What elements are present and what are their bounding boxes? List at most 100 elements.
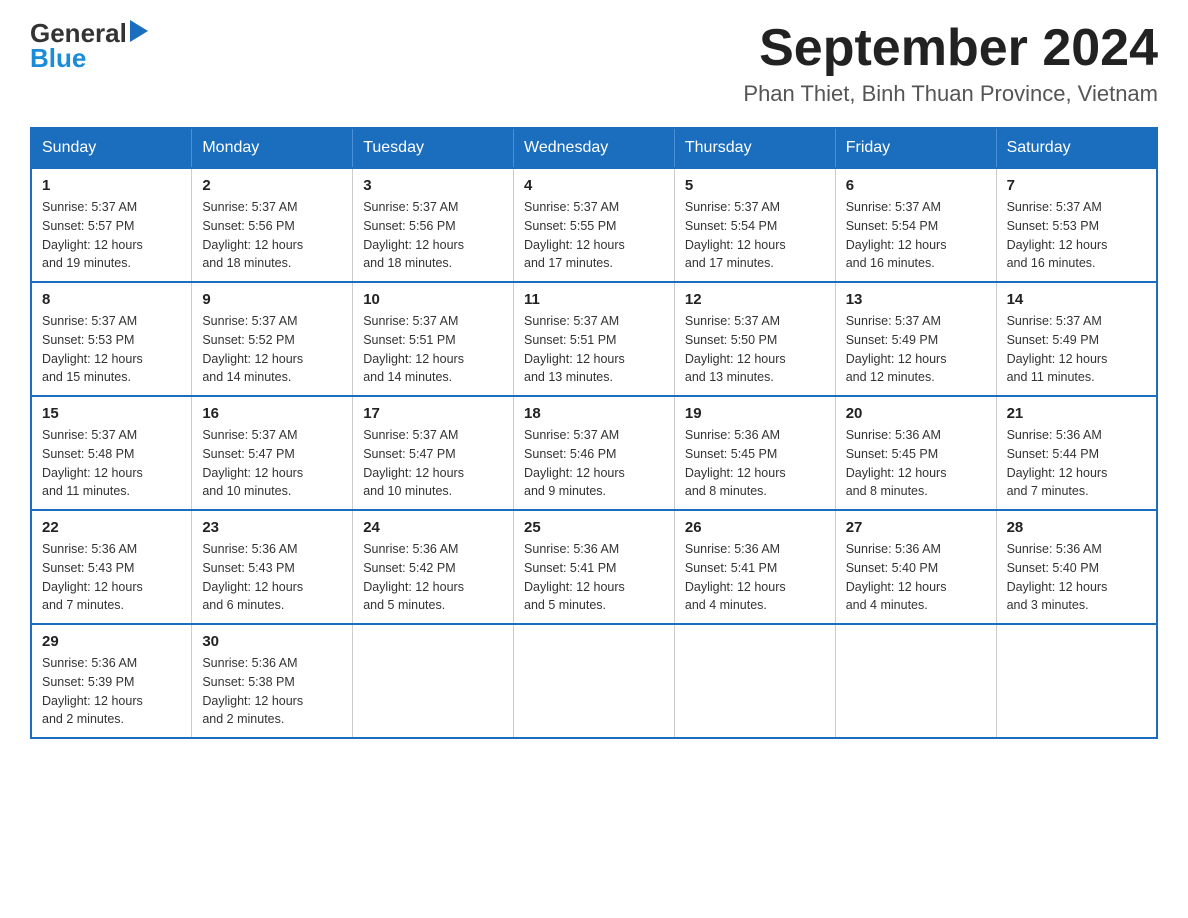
day-info: Sunrise: 5:37 AMSunset: 5:54 PMDaylight:… xyxy=(685,198,825,273)
calendar-week-row: 1Sunrise: 5:37 AMSunset: 5:57 PMDaylight… xyxy=(31,168,1157,282)
day-info: Sunrise: 5:36 AMSunset: 5:44 PMDaylight:… xyxy=(1007,426,1146,501)
calendar-cell: 24Sunrise: 5:36 AMSunset: 5:42 PMDayligh… xyxy=(353,510,514,624)
day-info: Sunrise: 5:37 AMSunset: 5:51 PMDaylight:… xyxy=(524,312,664,387)
day-info: Sunrise: 5:36 AMSunset: 5:41 PMDaylight:… xyxy=(524,540,664,615)
calendar-cell: 7Sunrise: 5:37 AMSunset: 5:53 PMDaylight… xyxy=(996,168,1157,282)
calendar-cell: 1Sunrise: 5:37 AMSunset: 5:57 PMDaylight… xyxy=(31,168,192,282)
calendar-cell: 27 Sunrise: 5:36 AMSunset: 5:40 PMDayligh… xyxy=(835,510,996,624)
calendar-cell: 4 Sunrise: 5:37 AMSunset: 5:55 PMDaylight… xyxy=(514,168,675,282)
day-number: 3 xyxy=(363,177,503,194)
day-info: Sunrise: 5:37 AMSunset: 5:52 PMDaylight:… xyxy=(202,312,342,387)
calendar-cell: 18 Sunrise: 5:37 AMSunset: 5:46 PMDayligh… xyxy=(514,396,675,510)
calendar-cell xyxy=(514,624,675,738)
day-number: 9 xyxy=(202,291,342,308)
day-number: 5 xyxy=(685,177,825,194)
day-number: 6 xyxy=(846,177,986,194)
day-number: 15 xyxy=(42,405,181,422)
day-info: Sunrise: 5:37 AMSunset: 5:51 PMDaylight:… xyxy=(363,312,503,387)
title-area: September 2024 Phan Thiet, Binh Thuan Pr… xyxy=(743,20,1158,107)
calendar-week-row: 22 Sunrise: 5:36 AMSunset: 5:43 PMDayligh… xyxy=(31,510,1157,624)
calendar-cell: 10 Sunrise: 5:37 AMSunset: 5:51 PMDayligh… xyxy=(353,282,514,396)
calendar-cell: 5 Sunrise: 5:37 AMSunset: 5:54 PMDaylight… xyxy=(674,168,835,282)
calendar-cell: 22 Sunrise: 5:36 AMSunset: 5:43 PMDayligh… xyxy=(31,510,192,624)
calendar-cell xyxy=(353,624,514,738)
header-tuesday: Tuesday xyxy=(353,128,514,168)
day-number: 12 xyxy=(685,291,825,308)
day-info: Sunrise: 5:37 AMSunset: 5:55 PMDaylight:… xyxy=(524,198,664,273)
day-number: 27 xyxy=(846,519,986,536)
day-number: 17 xyxy=(363,405,503,422)
day-number: 7 xyxy=(1007,177,1146,194)
calendar-cell: 15 Sunrise: 5:37 AMSunset: 5:48 PMDayligh… xyxy=(31,396,192,510)
day-info: Sunrise: 5:36 AMSunset: 5:45 PMDaylight:… xyxy=(846,426,986,501)
calendar-cell xyxy=(835,624,996,738)
calendar-cell: 29Sunrise: 5:36 AMSunset: 5:39 PMDayligh… xyxy=(31,624,192,738)
day-info: Sunrise: 5:37 AMSunset: 5:56 PMDaylight:… xyxy=(202,198,342,273)
calendar-week-row: 29Sunrise: 5:36 AMSunset: 5:39 PMDayligh… xyxy=(31,624,1157,738)
calendar-cell xyxy=(996,624,1157,738)
calendar-cell: 16 Sunrise: 5:37 AMSunset: 5:47 PMDayligh… xyxy=(192,396,353,510)
day-info: Sunrise: 5:37 AMSunset: 5:57 PMDaylight:… xyxy=(42,198,181,273)
day-number: 23 xyxy=(202,519,342,536)
day-number: 13 xyxy=(846,291,986,308)
calendar-cell: 14 Sunrise: 5:37 AMSunset: 5:49 PMDayligh… xyxy=(996,282,1157,396)
day-info: Sunrise: 5:36 AMSunset: 5:39 PMDaylight:… xyxy=(42,654,181,729)
day-info: Sunrise: 5:36 AMSunset: 5:40 PMDaylight:… xyxy=(846,540,986,615)
day-info: Sunrise: 5:37 AMSunset: 5:53 PMDaylight:… xyxy=(42,312,181,387)
calendar-cell: 25Sunrise: 5:36 AMSunset: 5:41 PMDayligh… xyxy=(514,510,675,624)
day-number: 19 xyxy=(685,405,825,422)
day-info: Sunrise: 5:37 AMSunset: 5:50 PMDaylight:… xyxy=(685,312,825,387)
calendar-cell: 17 Sunrise: 5:37 AMSunset: 5:47 PMDayligh… xyxy=(353,396,514,510)
calendar-cell: 3 Sunrise: 5:37 AMSunset: 5:56 PMDaylight… xyxy=(353,168,514,282)
calendar-cell: 26 Sunrise: 5:36 AMSunset: 5:41 PMDayligh… xyxy=(674,510,835,624)
logo-area: General Blue xyxy=(30,20,148,74)
calendar-cell: 8 Sunrise: 5:37 AMSunset: 5:53 PMDaylight… xyxy=(31,282,192,396)
calendar-cell: 11Sunrise: 5:37 AMSunset: 5:51 PMDayligh… xyxy=(514,282,675,396)
day-number: 30 xyxy=(202,633,342,650)
day-number: 21 xyxy=(1007,405,1146,422)
day-number: 22 xyxy=(42,519,181,536)
header-wednesday: Wednesday xyxy=(514,128,675,168)
calendar-cell: 30 Sunrise: 5:36 AMSunset: 5:38 PMDayligh… xyxy=(192,624,353,738)
day-info: Sunrise: 5:37 AMSunset: 5:48 PMDaylight:… xyxy=(42,426,181,501)
calendar-cell: 21 Sunrise: 5:36 AMSunset: 5:44 PMDayligh… xyxy=(996,396,1157,510)
day-info: Sunrise: 5:37 AMSunset: 5:47 PMDaylight:… xyxy=(363,426,503,501)
header-thursday: Thursday xyxy=(674,128,835,168)
day-info: Sunrise: 5:36 AMSunset: 5:45 PMDaylight:… xyxy=(685,426,825,501)
day-info: Sunrise: 5:37 AMSunset: 5:54 PMDaylight:… xyxy=(846,198,986,273)
day-number: 8 xyxy=(42,291,181,308)
location-title: Phan Thiet, Binh Thuan Province, Vietnam xyxy=(743,81,1158,107)
day-number: 4 xyxy=(524,177,664,194)
day-info: Sunrise: 5:37 AMSunset: 5:56 PMDaylight:… xyxy=(363,198,503,273)
calendar-cell: 28 Sunrise: 5:36 AMSunset: 5:40 PMDayligh… xyxy=(996,510,1157,624)
day-info: Sunrise: 5:37 AMSunset: 5:47 PMDaylight:… xyxy=(202,426,342,501)
header-friday: Friday xyxy=(835,128,996,168)
day-info: Sunrise: 5:36 AMSunset: 5:38 PMDaylight:… xyxy=(202,654,342,729)
day-info: Sunrise: 5:36 AMSunset: 5:40 PMDaylight:… xyxy=(1007,540,1146,615)
logo-blue-text: Blue xyxy=(30,44,148,74)
day-info: Sunrise: 5:36 AMSunset: 5:43 PMDaylight:… xyxy=(42,540,181,615)
calendar-cell: 20 Sunrise: 5:36 AMSunset: 5:45 PMDayligh… xyxy=(835,396,996,510)
header-sunday: Sunday xyxy=(31,128,192,168)
day-number: 28 xyxy=(1007,519,1146,536)
calendar-cell xyxy=(674,624,835,738)
calendar-cell: 9 Sunrise: 5:37 AMSunset: 5:52 PMDaylight… xyxy=(192,282,353,396)
calendar-cell: 13Sunrise: 5:37 AMSunset: 5:49 PMDayligh… xyxy=(835,282,996,396)
day-number: 10 xyxy=(363,291,503,308)
day-info: Sunrise: 5:37 AMSunset: 5:46 PMDaylight:… xyxy=(524,426,664,501)
day-info: Sunrise: 5:37 AMSunset: 5:49 PMDaylight:… xyxy=(1007,312,1146,387)
day-number: 14 xyxy=(1007,291,1146,308)
day-number: 16 xyxy=(202,405,342,422)
day-number: 2 xyxy=(202,177,342,194)
day-info: Sunrise: 5:36 AMSunset: 5:41 PMDaylight:… xyxy=(685,540,825,615)
header-monday: Monday xyxy=(192,128,353,168)
logo-arrow-icon xyxy=(130,20,148,46)
calendar-cell: 19 Sunrise: 5:36 AMSunset: 5:45 PMDayligh… xyxy=(674,396,835,510)
day-number: 26 xyxy=(685,519,825,536)
day-number: 20 xyxy=(846,405,986,422)
calendar-cell: 12 Sunrise: 5:37 AMSunset: 5:50 PMDayligh… xyxy=(674,282,835,396)
calendar-cell: 23 Sunrise: 5:36 AMSunset: 5:43 PMDayligh… xyxy=(192,510,353,624)
day-info: Sunrise: 5:36 AMSunset: 5:43 PMDaylight:… xyxy=(202,540,342,615)
day-number: 18 xyxy=(524,405,664,422)
calendar-cell: 6 Sunrise: 5:37 AMSunset: 5:54 PMDaylight… xyxy=(835,168,996,282)
